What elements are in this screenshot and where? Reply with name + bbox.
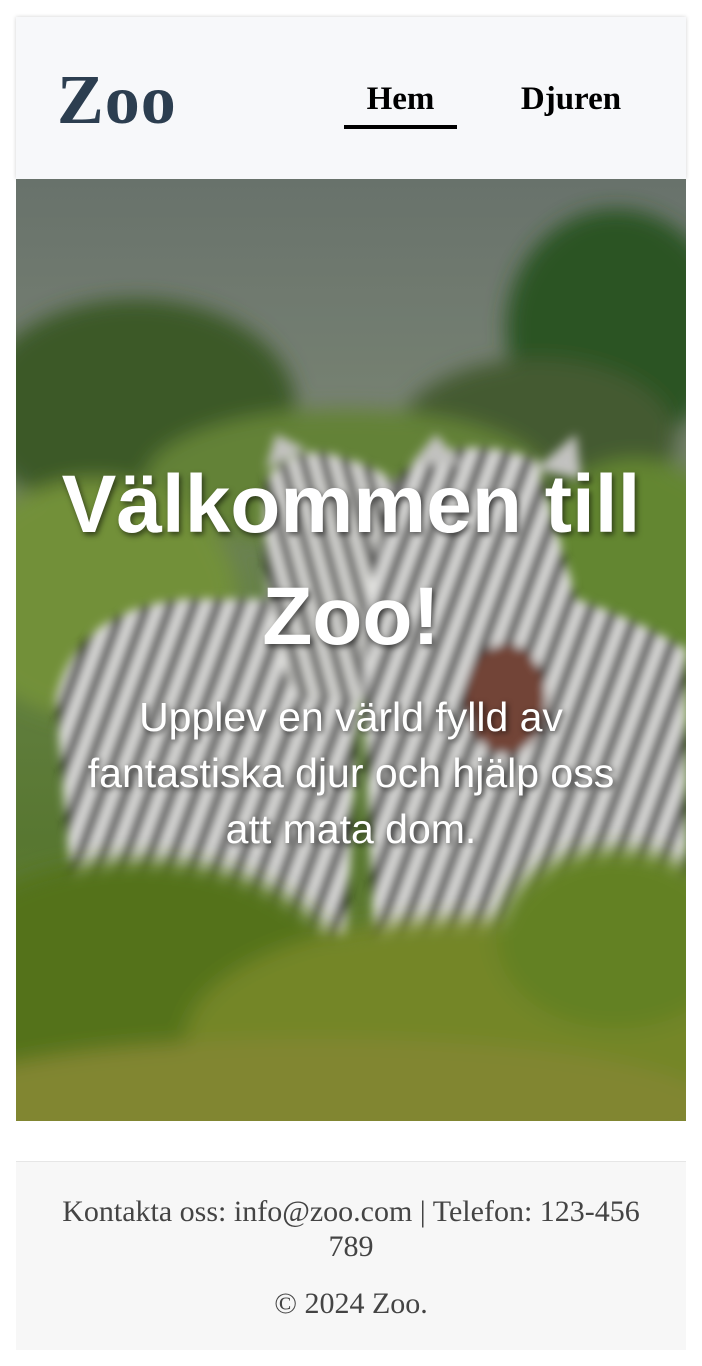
nav-link-animals[interactable]: Djuren: [501, 79, 641, 119]
footer-copyright: © 2024 Zoo.: [274, 1287, 428, 1320]
hero-title: Välkommen till Zoo!: [61, 459, 641, 662]
nav-link-home[interactable]: Hem: [344, 79, 457, 119]
hero-subtitle: Upplev en värld fylld av fantastiska dju…: [87, 694, 615, 852]
site-logo[interactable]: Zoo: [57, 61, 177, 141]
footer-contact: Kontakta oss: info@zoo.com | Telefon: 12…: [62, 1195, 640, 1263]
nav-active-indicator: [344, 125, 457, 129]
site-footer: Kontakta oss: info@zoo.com | Telefon: 12…: [16, 1161, 686, 1350]
hero-text: Välkommen till Zoo! Upplev en värld fyll…: [16, 449, 686, 857]
page: Zoo Hem Djuren Välkommen till Zoo! Upple…: [0, 0, 702, 1366]
site-header: Zoo Hem Djuren: [16, 17, 686, 179]
hero-section: Välkommen till Zoo! Upplev en värld fyll…: [16, 179, 686, 1121]
